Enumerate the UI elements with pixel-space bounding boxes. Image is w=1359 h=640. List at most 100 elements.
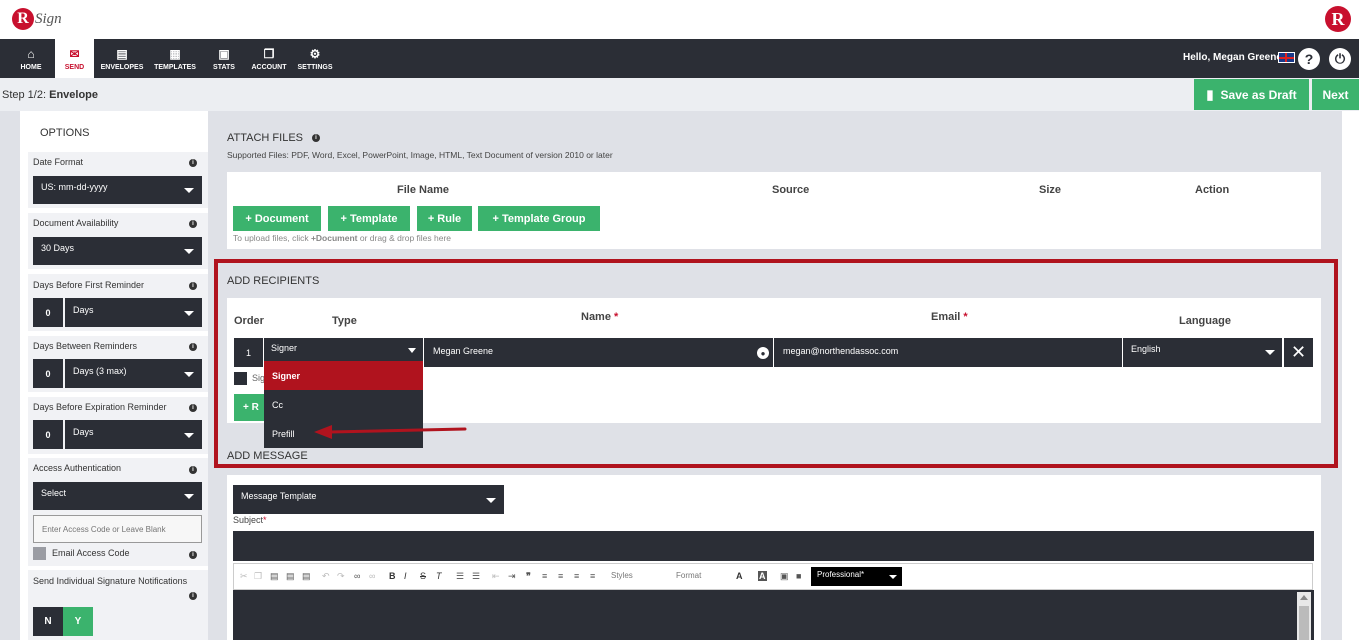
copy-icon[interactable]: ❐ [254,571,262,582]
align-right-icon[interactable]: ≡ [574,571,579,581]
file-icon: ▮ [1206,86,1214,102]
subject-label: Subject* [233,515,267,525]
clear-format-icon[interactable]: T [436,571,442,581]
step-prefix: Step 1/2: [2,89,47,101]
styles-select[interactable]: Styles [611,571,633,580]
save-draft-button[interactable]: ▮ Save as Draft [1194,79,1309,110]
subject-input[interactable] [233,531,1314,561]
message-body-editor[interactable] [233,590,1314,640]
info-icon[interactable]: i [189,220,197,228]
format-select[interactable]: Format [676,571,701,580]
expiration-label: Days Before Expiration Reminder [33,402,167,412]
expiration-unit-select[interactable]: Days [65,420,202,449]
info-icon[interactable]: i [189,592,197,600]
supported-files-text: Supported Files: PDF, Word, Excel, Power… [227,150,613,160]
info-icon[interactable]: i [189,551,197,559]
undo-icon[interactable]: ↶ [322,571,330,582]
nav-label: ACCOUNT [251,63,287,71]
add-document-button[interactable]: + Document [233,206,321,231]
paste-text-icon[interactable]: ▤ [286,571,295,582]
align-center-icon[interactable]: ≡ [558,571,563,581]
logo-text: Sign [35,10,62,27]
style-select[interactable]: Professional* [811,567,902,586]
paste-icon[interactable]: ▤ [270,571,279,582]
bulleted-list-icon[interactable]: ☰ [472,571,480,582]
notifications-no-toggle[interactable]: N [33,607,63,636]
nav-send[interactable]: ✉ SEND [55,39,94,78]
main-nav [0,39,1359,78]
nav-account[interactable]: ❐ ACCOUNT [249,39,289,78]
info-icon[interactable]: i [189,159,197,167]
background-color-icon[interactable]: A [758,571,767,581]
add-rule-button[interactable]: + Rule [417,206,472,231]
chevron-down-icon [184,371,194,377]
hint-post: or drag & drop files here [357,233,452,243]
info-icon[interactable]: i [312,134,320,142]
power-button[interactable]: ⏻ [1329,48,1351,70]
text-color-icon[interactable]: A [736,571,743,581]
access-code-input[interactable] [33,515,202,543]
chevron-down-icon [486,497,496,503]
strikethrough-icon[interactable]: S [420,571,426,581]
brand-icon: R [1325,6,1351,32]
nav-templates[interactable]: ▦ TEMPLATES [153,39,197,78]
briefcase-icon: ▣ [218,46,230,61]
hint-bold: +Document [310,233,358,243]
add-template-group-button[interactable]: + Template Group [478,206,600,231]
info-icon[interactable]: i [189,282,197,290]
logo-bar [0,0,1359,39]
right-gutter [1342,111,1359,640]
briefcase-icon[interactable]: ■ [796,571,801,581]
nav-home[interactable]: ⌂ HOME [12,39,50,78]
between-reminders-number[interactable]: 0 [33,359,63,388]
nav-label: TEMPLATES [154,63,196,71]
nav-envelopes[interactable]: ▤ ENVELOPES [99,39,145,78]
rsign-logo[interactable]: R Sign [12,8,62,30]
gear-icon: ⚙ [309,46,321,61]
first-reminder-number[interactable]: 0 [33,298,63,327]
link-icon[interactable]: ∞ [354,571,360,581]
info-icon[interactable]: i [189,466,197,474]
next-button[interactable]: Next [1312,79,1359,110]
between-reminders-unit-select[interactable]: Days (3 max) [65,359,202,388]
cut-icon[interactable]: ✂ [240,571,248,582]
unlink-icon[interactable]: ∞ [369,571,375,581]
email-code-checkbox[interactable] [33,547,46,560]
nav-settings[interactable]: ⚙ SETTINGS [296,39,334,78]
expiration-number[interactable]: 0 [33,420,63,449]
italic-icon[interactable]: I [404,571,407,581]
uk-flag-icon[interactable] [1278,52,1295,63]
step-title: Envelope [49,89,99,101]
scrollbar-thumb[interactable] [1299,606,1309,640]
upload-hint: To upload files, click +Document or drag… [233,233,451,243]
availability-select[interactable]: 30 Days [33,237,202,265]
between-reminders-unit: Days (3 max) [73,366,127,376]
image-icon[interactable]: ▣ [780,571,789,582]
info-icon[interactable]: i [189,343,197,351]
nav-stats[interactable]: ▣ STATS [207,39,241,78]
numbered-list-icon[interactable]: ☰ [456,571,464,582]
notifications-label: Send Individual Signature Notifications [33,576,188,586]
bold-icon[interactable]: B [389,571,396,581]
info-icon[interactable]: i [189,404,197,412]
indent-icon[interactable]: ⇥ [508,571,516,582]
blockquote-icon[interactable]: ❞ [526,571,531,582]
access-select[interactable]: Select [33,482,202,510]
redo-icon[interactable]: ↷ [337,571,345,582]
style-select-value: Professional* [817,570,865,579]
editor-scrollbar[interactable] [1297,592,1311,640]
add-template-button[interactable]: + Template [328,206,410,231]
notifications-yes-toggle[interactable]: Y [63,607,93,636]
help-button[interactable]: ? [1298,48,1320,70]
outdent-icon[interactable]: ⇤ [492,571,500,582]
user-greeting: Hello, Megan Greene [1183,52,1282,63]
first-reminder-unit-select[interactable]: Days [65,298,202,327]
col-size: Size [1039,184,1062,196]
date-format-select[interactable]: US: mm-dd-yyyy [33,176,202,204]
align-left-icon[interactable]: ≡ [542,571,547,581]
first-reminder-label: Days Before First Reminder [33,280,145,290]
date-format-value: US: mm-dd-yyyy [41,182,108,192]
justify-icon[interactable]: ≡ [590,571,595,581]
paste-word-icon[interactable]: ▤ [302,571,311,582]
message-template-select[interactable]: Message Template [233,485,504,514]
